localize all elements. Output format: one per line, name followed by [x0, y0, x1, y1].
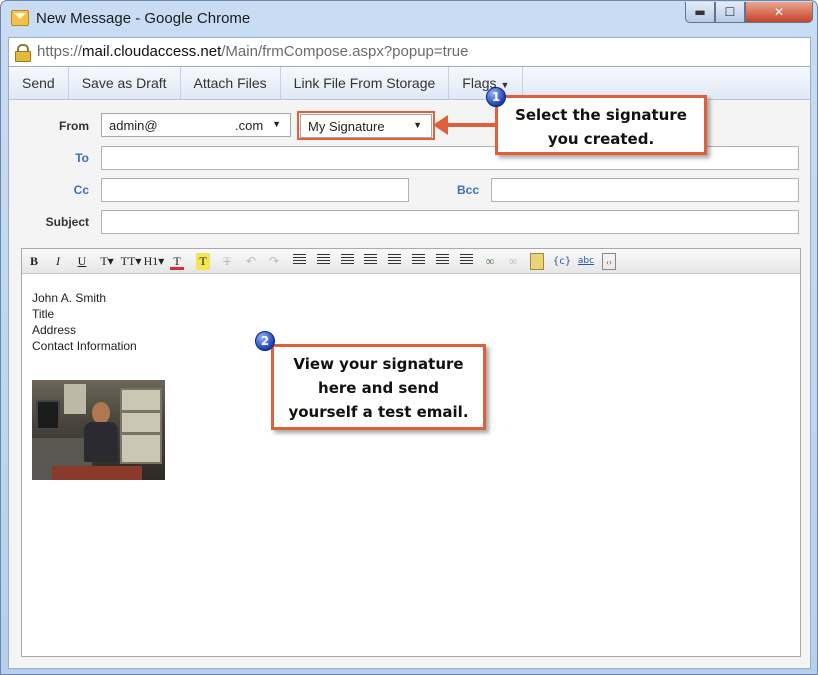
callout-2-line-1: View your signature [293, 355, 464, 373]
font-size-button[interactable]: TT▾ [120, 253, 142, 270]
to-label[interactable]: To [39, 151, 89, 165]
signature-title: Title [32, 307, 55, 321]
text-color-button[interactable]: T [170, 253, 184, 270]
redo-icon[interactable]: ↷ [267, 253, 281, 270]
photo-rug [52, 466, 142, 480]
numbered-list-icon[interactable] [341, 254, 354, 266]
bcc-input[interactable] [491, 178, 799, 202]
bold-button[interactable]: B [28, 253, 40, 270]
signature-value: My Signature [308, 119, 385, 134]
subject-label: Subject [45, 215, 89, 229]
callout-1-line-1: Select the signature [515, 106, 687, 124]
bullet-list-icon[interactable] [364, 254, 377, 266]
lock-icon[interactable] [15, 44, 31, 62]
step-1-badge: 1 [486, 87, 506, 107]
mail-app-icon [11, 10, 29, 26]
photo-shelf [120, 388, 162, 464]
window-title: New Message - Google Chrome [36, 10, 251, 27]
cc-input[interactable] [101, 178, 409, 202]
url-host: mail.cloudaccess.net [82, 43, 222, 60]
font-family-button[interactable]: T▾ [98, 253, 116, 270]
signature-photo [32, 380, 165, 480]
indent-icon[interactable] [293, 254, 306, 266]
align-right-icon[interactable] [436, 254, 449, 266]
save-draft-button[interactable]: Save as Draft [69, 67, 181, 99]
undo-icon[interactable]: ↶ [244, 253, 258, 270]
callout-arrow [433, 115, 495, 135]
from-value: admin@ [109, 118, 158, 133]
close-icon: ✕ [773, 5, 785, 19]
spellcheck-icon[interactable]: abc [577, 253, 595, 270]
link-file-button[interactable]: Link File From Storage [281, 67, 450, 99]
editor-toolbar: B I U T▾ TT▾ H1▾ T T T ↶ ↷ ∞ ∞ {c} abc ‹… [22, 249, 800, 274]
subject-input[interactable] [101, 210, 799, 234]
clear-format-button[interactable]: T [220, 253, 234, 270]
url-scheme: https:// [37, 43, 83, 60]
cc-label[interactable]: Cc [39, 183, 89, 197]
maximize-button[interactable]: ☐ [715, 2, 745, 23]
highlight-button[interactable]: T [196, 253, 210, 270]
step-2-badge: 2 [255, 331, 275, 351]
photo-window [64, 384, 86, 414]
from-label: From [59, 119, 89, 133]
paste-icon[interactable] [530, 253, 544, 270]
signature-select[interactable]: My Signature ▼ [300, 114, 432, 138]
source-icon[interactable]: ‹› [602, 253, 616, 270]
close-button[interactable]: ✕ [745, 2, 813, 23]
bcc-label[interactable]: Bcc [429, 183, 479, 197]
chevron-down-icon: ▼ [413, 120, 422, 130]
minimize-icon: ▬ [694, 5, 706, 19]
link-icon[interactable]: ∞ [483, 253, 497, 270]
callout-view-signature: View your signature here and send yourse… [271, 344, 486, 430]
maximize-icon: ☐ [724, 5, 736, 19]
callout-1-line-2: you created. [547, 130, 655, 148]
browser-window: New Message - Google Chrome ▬ ☐ ✕ https:… [0, 0, 818, 675]
align-center-icon[interactable] [412, 254, 425, 266]
minimize-button[interactable]: ▬ [685, 2, 715, 23]
signature-address: Address [32, 323, 77, 337]
underline-button[interactable]: U [76, 253, 88, 270]
compose-page: Send Save as Draft Attach Files Link Fil… [8, 67, 811, 669]
justify-icon[interactable] [460, 254, 473, 266]
from-select[interactable]: admin@ .com ▼ [101, 113, 291, 137]
callout-2-line-3: yourself a test email. [288, 403, 469, 421]
signature-contact: Contact Information [32, 339, 137, 353]
unlink-icon[interactable]: ∞ [506, 253, 520, 270]
callout-select-signature: Select the signature you created. [495, 95, 707, 155]
send-button[interactable]: Send [9, 67, 69, 99]
italic-button[interactable]: I [52, 253, 64, 270]
address-bar[interactable]: https://mail.cloudaccess.net/Main/frmCom… [8, 37, 811, 67]
outdent-icon[interactable] [317, 254, 330, 266]
title-bar[interactable]: New Message - Google Chrome ▬ ☐ ✕ [1, 1, 817, 37]
callout-2-line-2: here and send [318, 379, 439, 397]
chevron-down-icon: ▼ [272, 119, 281, 129]
photo-person-body [84, 422, 118, 462]
heading-button[interactable]: H1▾ [143, 253, 165, 270]
url-text[interactable]: https://mail.cloudaccess.net/Main/frmCom… [37, 43, 468, 60]
signature-name: John A. Smith [32, 291, 107, 305]
message-editor: B I U T▾ TT▾ H1▾ T T T ↶ ↷ ∞ ∞ {c} abc ‹… [21, 248, 801, 657]
code-icon[interactable]: {c} [553, 253, 571, 270]
align-left-icon[interactable] [388, 254, 401, 266]
attach-files-button[interactable]: Attach Files [181, 67, 281, 99]
photo-person-head [92, 402, 110, 424]
url-path: /Main/frmCompose.aspx?popup=true [221, 43, 469, 60]
photo-monitor [36, 400, 60, 430]
from-domain: .com [235, 118, 264, 133]
